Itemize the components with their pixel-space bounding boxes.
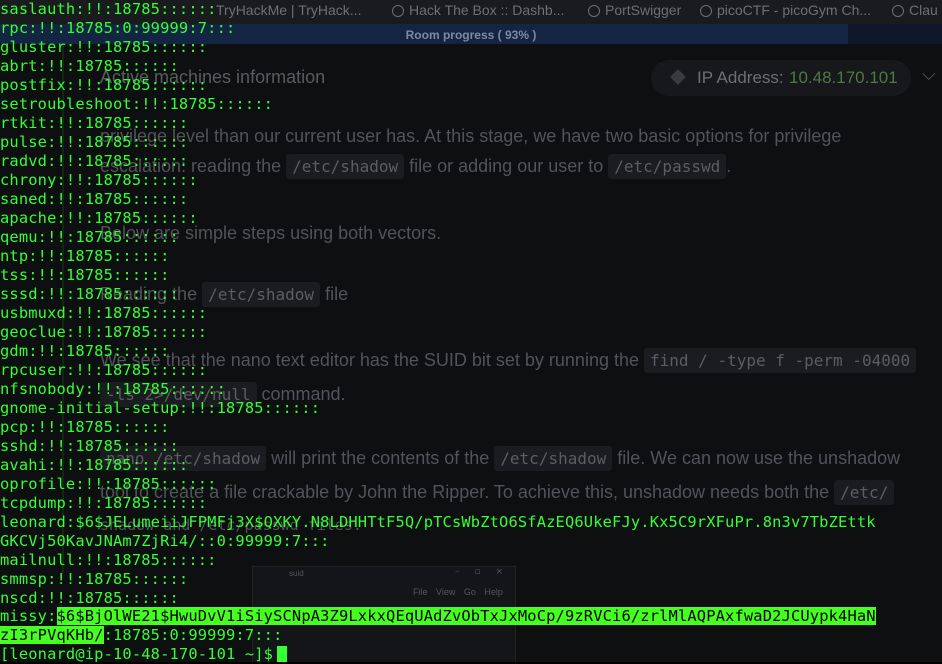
- terminal-line: usbmuxd:!!:18785::::::: [0, 304, 208, 322]
- terminal-line: sshd:!!:18785::::::: [0, 437, 179, 455]
- terminal-line: saned:!!:18785::::::: [0, 190, 189, 208]
- terminal-line: radvd:!!:18785::::::: [0, 152, 189, 170]
- terminal-line: GKCVj50KavJNAm7ZjRi4/::0:99999:7:::: [0, 532, 330, 550]
- terminal-line: gnome-initial-setup:!!:18785::::::: [0, 399, 321, 417]
- terminal-window[interactable]: saslauth:!!:18785:::::: rpc:!!:18785:0:99…: [0, 0, 942, 664]
- terminal-line: postfix:!!:18785::::::: [0, 76, 208, 94]
- terminal-prompt-line[interactable]: [leonard@ip-10-48-170-101 ~]$: [0, 645, 288, 664]
- terminal-line: saslauth:!!:18785::::::: [0, 0, 217, 18]
- terminal-line: rtkit:!!:18785::::::: [0, 114, 189, 132]
- terminal-line: nscd:!!:18785::::::: [0, 589, 179, 607]
- terminal-line: apache:!!:18785::::::: [0, 209, 198, 227]
- terminal-line: oprofile:!!:18785::::::: [0, 475, 217, 493]
- terminal-line: geoclue:!!:18785::::::: [0, 323, 208, 341]
- selected-hash[interactable]: zI3rPVqKHb/: [0, 626, 104, 644]
- terminal-line: gdm:!!:18785::::::: [0, 342, 170, 360]
- terminal-line: smmsp:!!:18785::::::: [0, 570, 189, 588]
- terminal-line: rpcuser:!!:18785::::::: [0, 361, 208, 379]
- terminal-line: nfsnobody:!!:18785::::::: [0, 380, 226, 398]
- terminal-line: gluster:!!:18785::::::: [0, 38, 208, 56]
- terminal-line: avahi:!!:18785::::::: [0, 456, 189, 474]
- terminal-line-missy-cont: zI3rPVqKHb/:18785:0:99999:7:::: [0, 626, 282, 645]
- terminal-line: tcpdump:!!:18785::::::: [0, 494, 208, 512]
- terminal-line: chrony:!!:18785::::::: [0, 171, 198, 189]
- terminal-line: mailnull:!!:18785::::::: [0, 551, 217, 569]
- terminal-line: rpc:!!:18785:0:99999:7:::: [0, 19, 236, 37]
- terminal-cursor: [277, 646, 288, 662]
- terminal-line: qemu:!!:18785::::::: [0, 228, 179, 246]
- terminal-line: tss:!!:18785::::::: [0, 266, 170, 284]
- shell-prompt: [leonard@ip-10-48-170-101 ~]$: [0, 645, 274, 663]
- terminal-line-missy: missy:$6$BjOlWE21$HwuDvV1iSiySCNpA3Z9Lxk…: [0, 607, 876, 626]
- text: :18785:0:99999:7:::: [103, 626, 283, 644]
- terminal-line: ntp:!!:18785::::::: [0, 247, 170, 265]
- terminal-line: leonard:$6$JELumeiiJFPMFj3X$QXKY.N8LDHHT…: [0, 513, 876, 531]
- terminal-line: pulse:!!:18785::::::: [0, 133, 189, 151]
- text: missy:: [0, 607, 57, 625]
- terminal-line: abrt:!!:18785::::::: [0, 57, 179, 75]
- terminal-line: pcp:!!:18785::::::: [0, 418, 170, 436]
- terminal-line: sssd:!!:18785::::::: [0, 285, 179, 303]
- terminal-line: setroubleshoot:!!:18785::::::: [0, 95, 274, 113]
- selected-hash[interactable]: $6$BjOlWE21$HwuDvV1iSiySCNpA3Z9LxkxQEqUA…: [56, 607, 876, 625]
